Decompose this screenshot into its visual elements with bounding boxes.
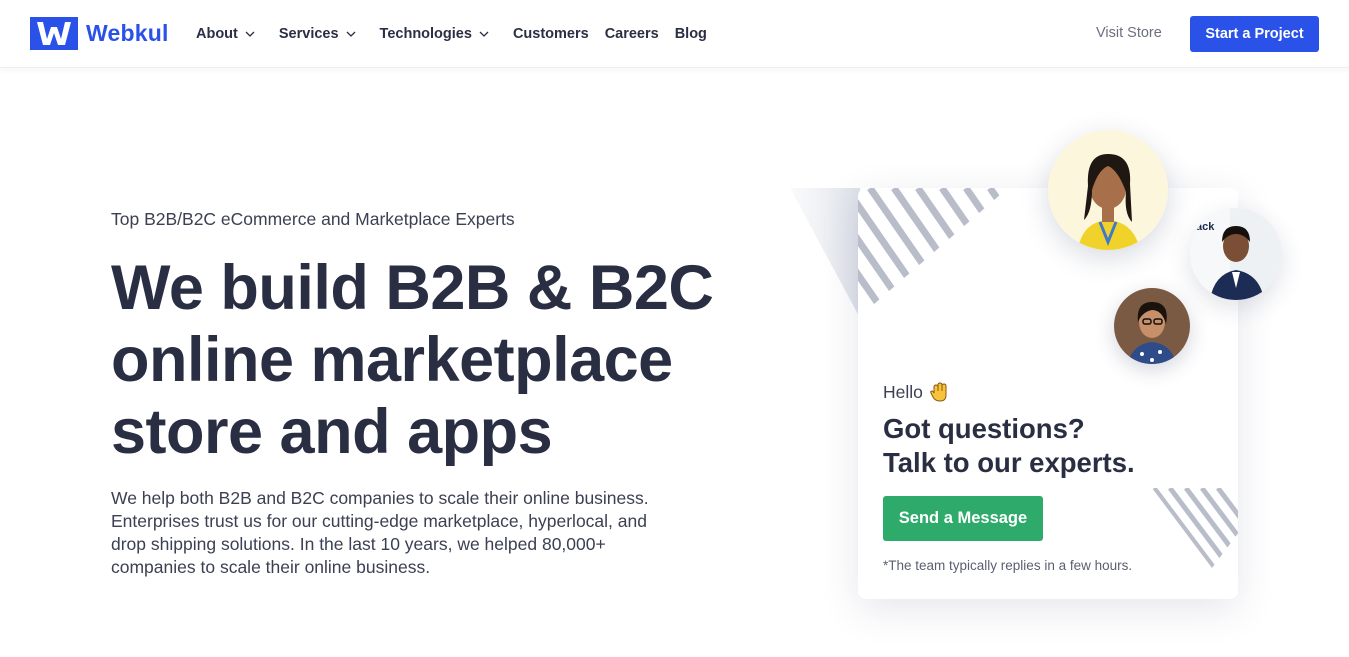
chat-card: Hello Got questions? Talk to our experts… [858,188,1238,599]
brand-name: Webkul [86,20,169,46]
headline-line: store and apps [111,397,553,467]
reply-time-note: *The team typically replies in a few hou… [883,558,1133,573]
start-project-button[interactable]: Start a Project [1190,16,1319,52]
chevron-down-icon [245,31,255,37]
webkul-logo[interactable]: Webkul [30,17,169,50]
expert-avatar [1048,130,1168,250]
hero-headline: We build B2B & B2C online marketplace st… [111,252,751,468]
main-nav: About Services Technologies Customers Ca… [196,0,723,68]
description-line: drop shipping solutions. In the last 10 … [111,534,606,554]
chat-title: Got questions? Talk to our experts. [883,412,1135,480]
nav-services[interactable]: Services [279,26,356,42]
headline-line: online marketplace [111,325,673,395]
nav-careers-label: Careers [604,26,659,42]
description-line: companies to scale their online business… [111,557,431,577]
nav-blog[interactable]: Blog [675,26,707,42]
description-line: We help both B2B and B2C companies to sc… [111,488,649,508]
hero-description: We help both B2B and B2C companies to sc… [111,487,721,579]
greeting-text: Hello [883,381,923,402]
headline-line: We build B2B & B2C [111,253,714,323]
expert-photo: ack [1190,208,1282,300]
send-message-button[interactable]: Send a Message [883,496,1043,541]
chat-title-line: Got questions? [883,413,1085,444]
nav-blog-label: Blog [674,26,707,42]
decorative-stripes [1152,488,1238,568]
nav-about[interactable]: About [196,26,255,42]
expert-photo [1048,130,1168,250]
nav-customers[interactable]: Customers [513,26,589,42]
expert-photo [1114,288,1190,364]
nav-about-label: About [196,26,238,42]
description-line: Enterprises trust us for our cutting-edg… [111,511,647,531]
site-header: Webkul About Services Technologies Custo… [0,0,1349,68]
chevron-down-icon [479,31,489,37]
chat-greeting: Hello [883,381,951,403]
expert-avatar: ack [1190,208,1282,300]
chevron-down-icon [346,31,356,37]
expert-avatar [1114,288,1190,364]
hero-eyebrow: Top B2B/B2C eCommerce and Marketplace Ex… [111,209,515,229]
visit-store-link[interactable]: Visit Store [1096,25,1162,41]
waving-hand-icon [930,382,947,402]
decorative-stripes [858,188,1008,318]
chat-title-line: Talk to our experts. [883,447,1135,478]
nav-technologies[interactable]: Technologies [380,26,489,42]
nav-services-label: Services [278,26,339,42]
nav-customers-label: Customers [512,26,589,42]
webkul-logo-icon [30,17,78,50]
nav-technologies-label: Technologies [379,26,472,42]
nav-careers[interactable]: Careers [605,26,659,42]
